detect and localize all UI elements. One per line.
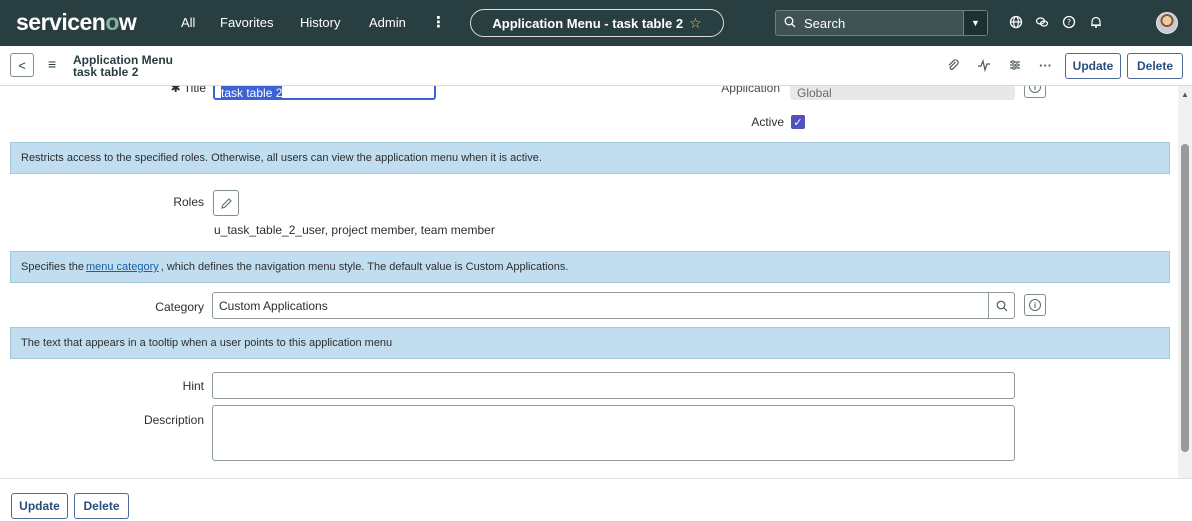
required-marker-icon: ✱ <box>170 86 184 95</box>
description-label: Description <box>143 413 204 427</box>
more-menu-icon[interactable]: ⋮ <box>431 13 446 31</box>
title-field[interactable]: task table 2 <box>213 86 436 100</box>
application-field: Global <box>790 86 1015 100</box>
category-annotation: Specifies the menu category , which defi… <box>10 251 1170 283</box>
scrollbar-thumb[interactable] <box>1181 144 1189 452</box>
scroll-up-arrow-icon[interactable]: ▲ <box>1181 90 1189 99</box>
pencil-icon <box>220 197 232 209</box>
more-options-icon[interactable]: ··· <box>1039 58 1052 73</box>
hint-field[interactable] <box>212 372 1015 399</box>
hint-label: Hint <box>182 379 204 393</box>
context-title: Application Menu - task table 2 <box>492 15 684 31</box>
form-body: ✱ Title task table 2 Application Global … <box>0 86 1178 478</box>
logo-text-suffix: w <box>118 9 137 35</box>
nav-all[interactable]: All <box>181 15 195 30</box>
application-field-value: Global <box>797 86 832 100</box>
form-title-record: task table 2 <box>73 65 139 79</box>
logo-text-o: o <box>105 9 119 35</box>
nav-favorites[interactable]: Favorites <box>220 15 273 30</box>
header-update-button[interactable]: Update <box>1065 53 1121 79</box>
hint-annotation: The text that appears in a tooltip when … <box>10 327 1170 359</box>
svg-text:?: ? <box>1067 18 1071 27</box>
category-label: Category <box>155 300 204 314</box>
search-input[interactable]: Search <box>804 16 845 31</box>
chevron-left-icon: < <box>18 57 26 73</box>
category-hint-prefix: Specifies the <box>21 261 84 273</box>
user-avatar[interactable] <box>1156 12 1178 34</box>
category-field-value: Custom Applications <box>219 298 328 313</box>
info-icon: i <box>1029 299 1041 311</box>
description-textarea[interactable] <box>212 405 1015 461</box>
global-search[interactable]: Search ▼ <box>775 10 988 36</box>
form-title: Application Menu task table 2 <box>73 54 173 78</box>
category-field[interactable]: Custom Applications <box>212 292 1015 319</box>
nav-history[interactable]: History <box>300 15 340 30</box>
back-button[interactable]: < <box>10 53 34 77</box>
category-hint-suffix: , which defines the navigation menu styl… <box>160 261 569 273</box>
active-checkbox[interactable]: ✓ <box>791 115 805 129</box>
search-scope-dropdown-icon[interactable]: ▼ <box>963 11 987 35</box>
nav-admin[interactable]: Admin <box>369 15 406 30</box>
top-navigation: servicenow All Favorites History Admin ⋮… <box>0 0 1192 46</box>
title-field-value: task table 2 <box>221 86 283 100</box>
category-info-button[interactable]: i <box>1024 294 1046 316</box>
globe-icon[interactable] <box>1009 15 1023 32</box>
active-label: Active <box>751 115 784 129</box>
help-icon[interactable]: ? <box>1062 15 1076 32</box>
form-header: < ≡ Application Menu task table 2 ··· Up… <box>0 46 1192 86</box>
application-info-button[interactable]: i <box>1024 86 1046 98</box>
logo-text-prefix: servicen <box>16 9 106 35</box>
footer-update-button[interactable]: Update <box>11 493 68 519</box>
personalize-form-icon[interactable] <box>1008 58 1022 75</box>
form-footer: Update Delete <box>0 478 1192 521</box>
title-label-text: Title <box>183 86 206 95</box>
edit-roles-button[interactable] <box>213 190 239 216</box>
chat-icon[interactable] <box>1035 15 1049 32</box>
roles-annotation: Restricts access to the specified roles.… <box>10 142 1170 174</box>
title-label: ✱ Title <box>140 86 206 95</box>
favorite-star-icon[interactable]: ☆ <box>689 15 702 32</box>
notifications-bell-icon[interactable] <box>1089 15 1103 32</box>
search-icon <box>776 16 804 31</box>
servicenow-logo[interactable]: servicenow <box>16 9 137 36</box>
context-pill[interactable]: Application Menu - task table 2 ☆ <box>470 9 724 37</box>
menu-category-link[interactable]: menu category <box>86 261 159 273</box>
application-label: Application <box>721 86 780 95</box>
hamburger-menu-icon[interactable]: ≡ <box>48 56 56 72</box>
footer-delete-button[interactable]: Delete <box>74 493 129 519</box>
vertical-scrollbar[interactable]: ▲ <box>1178 86 1192 478</box>
roles-value: u_task_table_2_user, project member, tea… <box>214 223 495 237</box>
activity-stream-icon[interactable] <box>977 58 991 75</box>
category-lookup-search-icon[interactable] <box>988 293 1014 318</box>
info-icon: i <box>1029 86 1041 93</box>
attachment-paperclip-icon[interactable] <box>946 58 960 75</box>
header-delete-button[interactable]: Delete <box>1127 53 1183 79</box>
roles-label: Roles <box>173 195 204 209</box>
